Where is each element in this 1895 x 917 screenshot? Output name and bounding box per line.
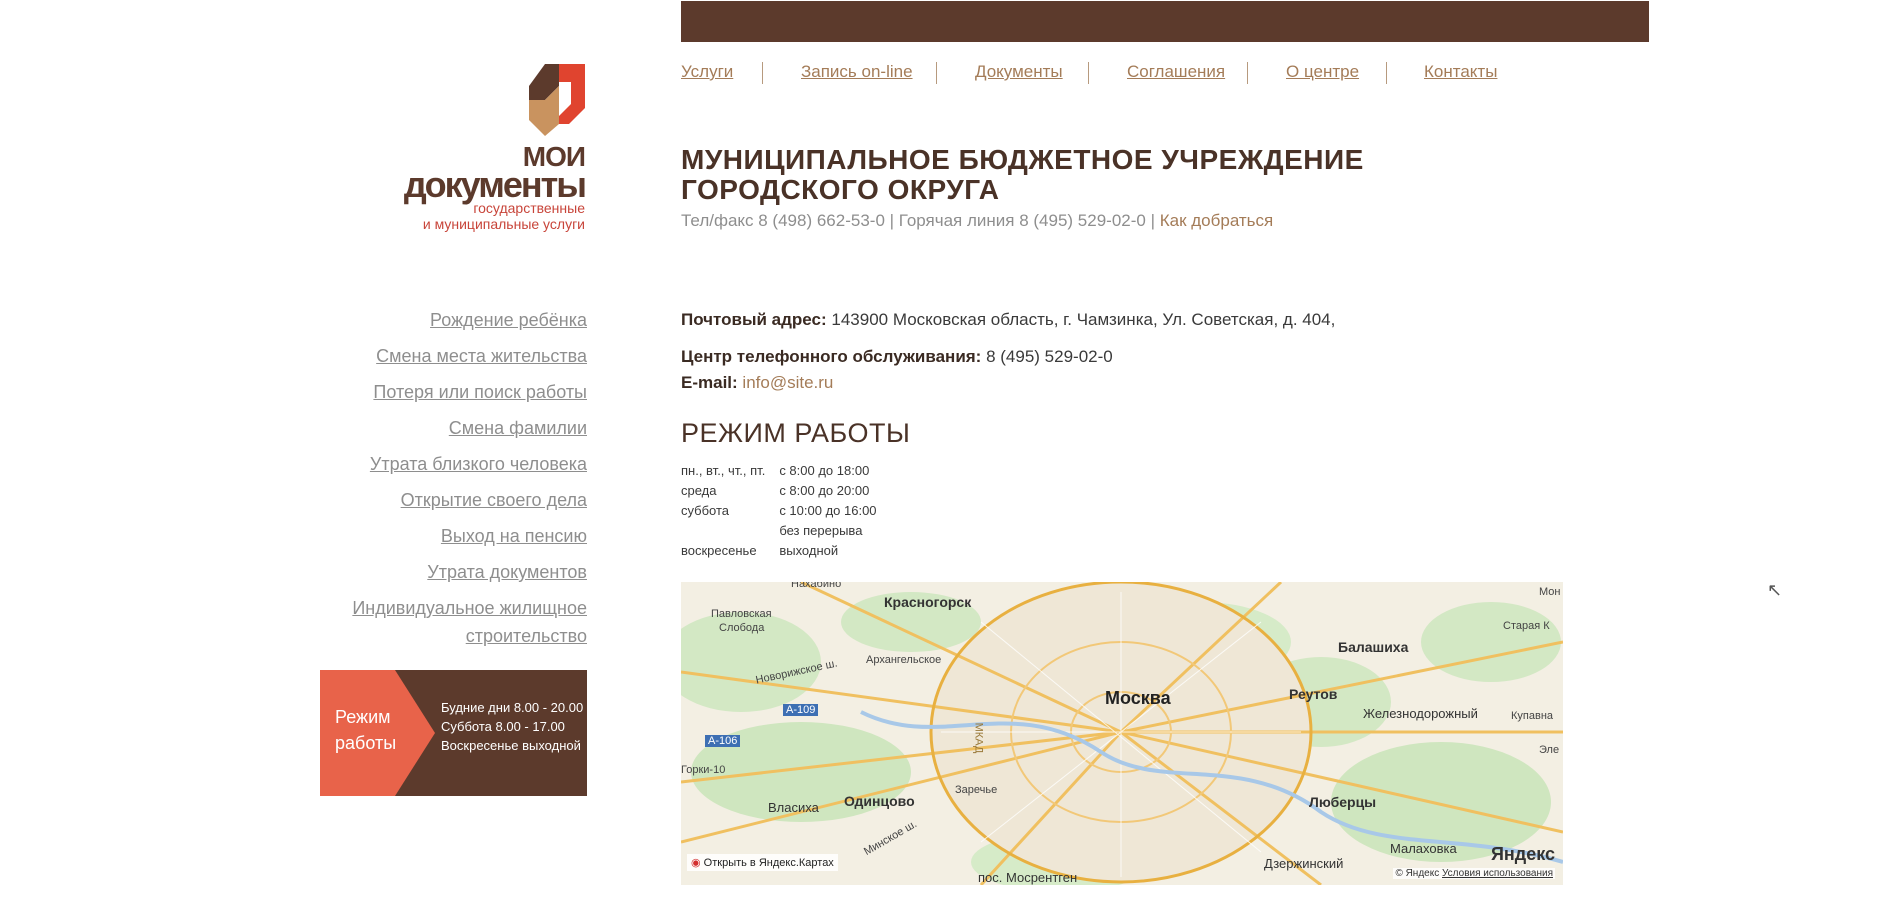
sidebar-item-document-loss[interactable]: Утрата документов [327, 558, 587, 586]
logo-tagline-2: и муниципальные услуги [422, 216, 585, 232]
terms-of-use-link[interactable]: Условия использования [1442, 868, 1553, 879]
sidebar-item-child-birth[interactable]: Рождение ребёнка [327, 306, 587, 334]
map-label-malakhovka: Малаховка [1390, 841, 1457, 856]
nav-link-documents[interactable]: Документы [975, 62, 1063, 82]
logo[interactable]: МОИ документы государственные и муниципа… [385, 64, 587, 244]
email: E-mail: info@site.ru [681, 373, 833, 393]
schedule-table: пн., вт., чт., пт. с 8:00 до 18:00 среда с… [681, 461, 891, 561]
page-title: МУНИЦИПАЛЬНОЕ БЮДЖЕТНОЕ УЧРЕЖДЕНИЕ ГОРОД… [681, 145, 1381, 205]
map-label-mkad: МКАД [972, 722, 985, 754]
map-label-lyubertsy: Люберцы [1309, 794, 1377, 810]
map-label-staraya: Старая К [1503, 620, 1550, 632]
map-label-odintsovo: Одинцово [844, 793, 915, 809]
sidebar-item-name-change[interactable]: Смена фамилии [327, 414, 587, 442]
mouse-cursor-icon: ↖ [1767, 580, 1783, 600]
map-pin-icon: ◉ [691, 857, 701, 869]
page-title-line-1: МУНИЦИПАЛЬНОЕ БЮДЖЕТНОЕ УЧРЕЖДЕНИЕ [681, 144, 1364, 175]
postal-address-value: 143900 Московская область, г. Чамзинка, … [831, 310, 1336, 329]
map-label-ele: Эле [1539, 744, 1560, 756]
nav-separator [936, 62, 937, 84]
map-label-mon: Мон [1539, 586, 1561, 598]
logo-tagline-1: государственные [473, 200, 585, 216]
map-label-krasnogorsk: Красногорск [884, 594, 972, 610]
logo-shield-icon [529, 64, 585, 136]
schedule-row: без перерыва [779, 523, 863, 538]
open-in-yandex-maps-link[interactable]: ◉ Открыть в Яндекс.Картах [687, 854, 838, 871]
logo-text-documents: документы [403, 164, 587, 205]
banner-hours: Будние дни 8.00 - 20.00 Суббота 8.00 - 1… [441, 700, 584, 753]
map-label-zheleznodorozhny: Железнодорожный [1363, 706, 1478, 721]
sidebar-item-retirement[interactable]: Выход на пенсию [327, 522, 587, 550]
banner-arrow-shape [395, 670, 435, 796]
map-label-zarechye: Заречье [955, 784, 998, 796]
map-canvas [681, 582, 1563, 885]
map-road-a109: А-109 [783, 704, 819, 716]
postal-address: Почтовый адрес: 143900 Московская област… [681, 310, 1335, 330]
postal-address-label: Почтовый адрес: [681, 310, 827, 329]
map-label-kupavna: Купавна [1511, 710, 1554, 722]
nav-link-agreements[interactable]: Соглашения [1127, 62, 1225, 82]
map-label-moscow: Москва [1105, 688, 1171, 708]
schedule-row: пн., вт., чт., пт. с 8:00 до 18:00 [681, 463, 870, 478]
map-label-dzerzhinsky: Дзержинский [1264, 856, 1344, 871]
schedule-row: среда с 8:00 до 20:00 [681, 483, 870, 498]
call-center-phone: 8 (495) 529-02-0 [986, 347, 1113, 366]
schedule-heading: РЕЖИМ РАБОТЫ [681, 418, 911, 448]
nav-separator [1088, 62, 1089, 84]
directions-link[interactable]: Как добраться [1160, 211, 1274, 230]
sidebar-item-business-start[interactable]: Открытие своего дела [327, 486, 587, 514]
yandex-logo: Яндекс [1490, 844, 1555, 864]
map-label-pavlovskaya: Павловская [711, 608, 772, 620]
map-label-reutov: Реутов [1289, 686, 1338, 702]
map-label-gorki: Горки-10 [681, 764, 726, 776]
working-hours-banner[interactable]: Режим работы Будние дни 8.00 - 20.00 Суб… [320, 670, 587, 796]
nav-link-contacts[interactable]: Контакты [1424, 62, 1497, 82]
nav-separator [762, 62, 763, 84]
schedule-row: воскресенье выходной [681, 543, 839, 558]
call-center: Центр телефонного обслуживания: 8 (495) … [681, 347, 1113, 367]
map-road-a106: А-106 [705, 735, 741, 747]
nav-link-services[interactable]: Услуги [681, 62, 733, 82]
sidebar-item-bereavement[interactable]: Утрата близкого человека [327, 450, 587, 478]
map-label-sloboda: Слобода [719, 622, 765, 634]
header-contacts: Тел/факс 8 (498) 662-53-0 | Горячая лини… [681, 211, 1273, 231]
map-label-nakhabino: Нахабино [791, 582, 842, 590]
page-title-line-2: ГОРОДСКОГО ОКРУГА [681, 174, 1000, 205]
email-link[interactable]: info@site.ru [742, 373, 833, 392]
location-map[interactable]: Москва Красногорск Балашиха Реутов Желез… [681, 582, 1563, 885]
map-label-balashikha: Балашиха [1338, 639, 1409, 655]
nav-separator [1247, 62, 1248, 84]
call-center-label: Центр телефонного обслуживания: [681, 347, 982, 366]
sidebar-item-housing-construction[interactable]: Индивидуальное жилищное строительство [327, 594, 587, 650]
nav-link-about[interactable]: О центре [1286, 62, 1359, 82]
sidebar-item-job-loss[interactable]: Потеря или поиск работы [327, 378, 587, 406]
map-label-mosrentgen: пос. Мосрентген [978, 870, 1078, 885]
map-label-arkhangelskoe: Архангельское [866, 654, 942, 666]
header-phones: Тел/факс 8 (498) 662-53-0 | Горячая лини… [681, 211, 1155, 230]
map-copyright: © Яндекс Условия использования [1393, 868, 1555, 879]
email-label: E-mail: [681, 373, 738, 392]
sidebar-item-change-residence[interactable]: Смена места жительства [327, 342, 587, 370]
top-banner-bar [681, 1, 1649, 42]
nav-separator [1386, 62, 1387, 84]
banner-label: Режим работы [335, 707, 397, 753]
map-label-vlasikha: Власиха [768, 800, 819, 815]
life-situations-menu: Рождение ребёнка Смена места жительства … [327, 306, 587, 658]
schedule-row: суббота с 10:00 до 16:00 [681, 503, 877, 518]
nav-link-online-booking[interactable]: Запись on-line [801, 62, 913, 82]
